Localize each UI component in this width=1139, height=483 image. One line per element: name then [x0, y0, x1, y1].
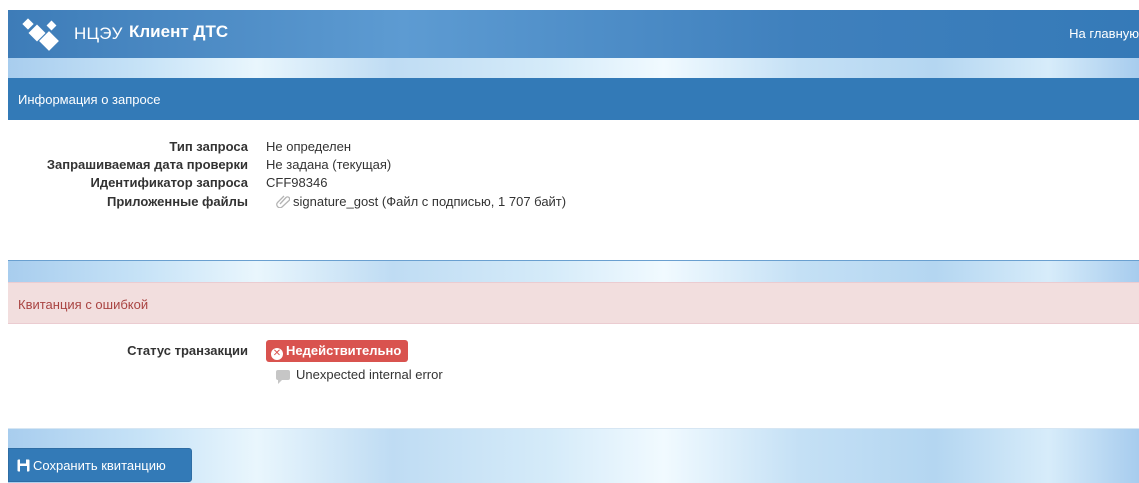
request-info-body: Тип запроса Не определен Запрашиваемая д…	[8, 120, 1139, 260]
receipt-error-header: Квитанция с ошибкой	[8, 282, 1139, 324]
save-icon	[17, 459, 30, 471]
field-value-type: Не определен	[266, 139, 352, 154]
home-link[interactable]: На главную	[1069, 26, 1139, 41]
status-label: Статус транзакции	[127, 343, 248, 358]
field-label-type: Тип запроса	[169, 139, 248, 154]
error-message: Unexpected internal error	[276, 367, 443, 384]
save-receipt-button[interactable]: Сохранить квитанцию	[8, 448, 192, 482]
attached-file-name[interactable]: signature_gost (Файл с подписью, 1 707 б…	[293, 194, 566, 209]
field-value-date: Не задана (текущая)	[266, 157, 392, 172]
attached-file[interactable]: signature_gost (Файл с подписью, 1 707 б…	[266, 194, 566, 209]
comment-icon	[276, 370, 290, 384]
receipt-body: Статус транзакции ✕ Недействительно Unexp…	[8, 324, 1139, 428]
app-title[interactable]: Клиент ДТС	[129, 22, 228, 42]
field-label-files: Приложенные файлы	[106, 194, 248, 209]
logo-icon	[22, 18, 59, 51]
field-value-id: CFF98346	[266, 175, 328, 190]
navbar: НЦЭУ Клиент ДТС На главную	[8, 10, 1139, 58]
status-badge: ✕ Недействительно	[266, 340, 409, 362]
brand-org: НЦЭУ	[74, 24, 123, 43]
decorative-band	[8, 260, 1139, 283]
field-label-date: Запрашиваемая дата проверки	[46, 157, 248, 172]
receipt-error-title: Квитанция с ошибкой	[18, 297, 149, 312]
error-message-text: Unexpected internal error	[296, 367, 443, 382]
decorative-band	[8, 58, 1139, 78]
status-row: Статус транзакции ✕ Недействительно Unexp…	[8, 340, 708, 390]
field-label-id: Идентификатор запроса	[90, 175, 248, 190]
app-frame: НЦЭУ Клиент ДТС На главную Информация о …	[8, 10, 1139, 483]
save-receipt-label[interactable]: Сохранить квитанцию	[33, 458, 166, 473]
request-info-title: Информация о запросе	[18, 92, 161, 107]
status-badge-text: Недействительно	[286, 343, 402, 358]
request-info-header: Информация о запросе	[8, 78, 1139, 120]
remove-circle-icon: ✕	[271, 348, 283, 360]
paperclip-icon	[276, 195, 290, 208]
